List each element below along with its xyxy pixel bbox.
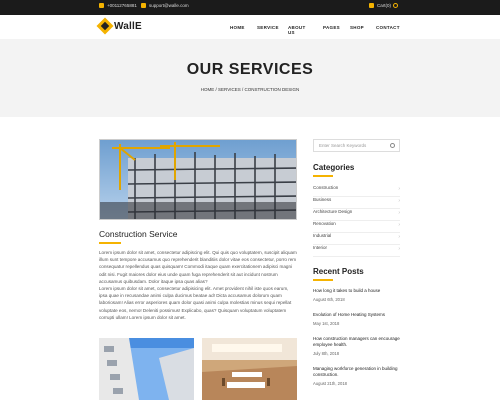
breadcrumb[interactable]: HOME / SERVICES / CONSTRUCTION DESIGN (0, 87, 500, 92)
search-placeholder: Enter Search Keywords (319, 143, 367, 148)
category-interior[interactable]: Interior › (313, 245, 400, 257)
post-title[interactable]: Evolution of Home Heating Systems (313, 312, 400, 318)
post-date: August 21th, 2018 (313, 381, 347, 386)
logo-icon (96, 17, 114, 35)
phone-text: +00112765881 (107, 3, 137, 8)
category-construction[interactable]: Construction › (313, 185, 400, 197)
service-paragraph-1: Lorem ipsum dolor sit amet, consectetur … (99, 250, 297, 284)
nav-about-us[interactable]: ABOUT US (288, 25, 306, 35)
category-architecture-design[interactable]: Architecture Design › (313, 209, 400, 221)
post-title[interactable]: Managing workforce generation in buildin… (313, 366, 400, 378)
service-paragraph-2: Lorem ipsum dolor sit amet, consectetur … (99, 286, 292, 320)
search-icon[interactable] (390, 143, 395, 148)
category-label: Architecture Design (313, 209, 353, 214)
cart-link[interactable]: Cart(0) (369, 3, 391, 8)
category-renovation[interactable]: Renovation › (313, 221, 400, 233)
phone-info[interactable]: +00112765881 (99, 3, 137, 8)
category-label: Industrial (313, 233, 332, 238)
chevron-right-icon: › (398, 198, 400, 204)
logo[interactable]: WallE (96, 17, 142, 35)
topbar-search-button[interactable] (393, 3, 398, 8)
category-label: Business (313, 197, 332, 202)
category-label: Interior (313, 245, 328, 250)
recent-post-item[interactable]: How long it takes to build a house Augus… (313, 288, 400, 302)
categories-underline (313, 175, 333, 177)
chevron-right-icon: › (398, 210, 400, 216)
recent-post-item[interactable]: Managing workforce generation in buildin… (313, 366, 400, 386)
category-label: Renovation (313, 221, 336, 226)
nav-home[interactable]: HOME (230, 25, 245, 30)
cart-icon (369, 3, 374, 8)
logo-text: WallE (114, 20, 142, 32)
recent-posts-underline (313, 279, 333, 281)
chevron-right-icon: › (398, 234, 400, 240)
mail-icon (141, 3, 146, 8)
header: WallE HOME SERVICE ABOUT US PAGES SHOP C… (0, 15, 500, 39)
recent-post-item[interactable]: Evolution of Home Heating Systems May 1s… (313, 312, 400, 326)
category-industrial[interactable]: Industrial › (313, 233, 400, 245)
gallery-image-building[interactable] (99, 338, 194, 400)
nav-service[interactable]: SERVICE (257, 25, 279, 30)
nav-pages[interactable]: PAGES (323, 25, 340, 30)
post-date: July 8th, 2018 (313, 351, 340, 356)
category-business[interactable]: Business › (313, 197, 400, 209)
nav-shop[interactable]: SHOP (350, 25, 364, 30)
email-text: support@walle.com (149, 3, 189, 8)
chevron-right-icon: › (398, 246, 400, 252)
recent-posts-heading: Recent Posts (313, 267, 364, 276)
post-date: August 6th, 2018 (313, 297, 345, 302)
post-title[interactable]: How construction managers can encourage … (313, 336, 400, 348)
cart-text: Cart(0) (377, 3, 392, 8)
gallery-image-interior[interactable] (202, 338, 297, 400)
service-title: Construction Service (99, 229, 178, 239)
search-input[interactable]: Enter Search Keywords (313, 139, 400, 152)
search-icon (393, 3, 398, 8)
categories-heading: Categories (313, 163, 355, 172)
post-title[interactable]: How long it takes to build a house (313, 288, 400, 294)
category-label: Construction (313, 185, 339, 190)
email-info[interactable]: support@walle.com (141, 3, 189, 8)
chevron-right-icon: › (398, 222, 400, 228)
page-hero: OUR SERVICES HOME / SERVICES / CONSTRUCT… (0, 39, 500, 117)
title-underline (99, 242, 121, 244)
recent-post-item[interactable]: How construction managers can encourage … (313, 336, 400, 356)
service-main-image (99, 139, 297, 220)
topbar: +00112765881 support@walle.com Cart(0) (0, 0, 500, 15)
page-title: OUR SERVICES (186, 61, 314, 78)
nav-contact[interactable]: CONTACT (376, 25, 416, 30)
chevron-right-icon: › (398, 186, 400, 192)
post-date: May 1st, 2018 (313, 321, 340, 326)
phone-icon (99, 3, 104, 8)
